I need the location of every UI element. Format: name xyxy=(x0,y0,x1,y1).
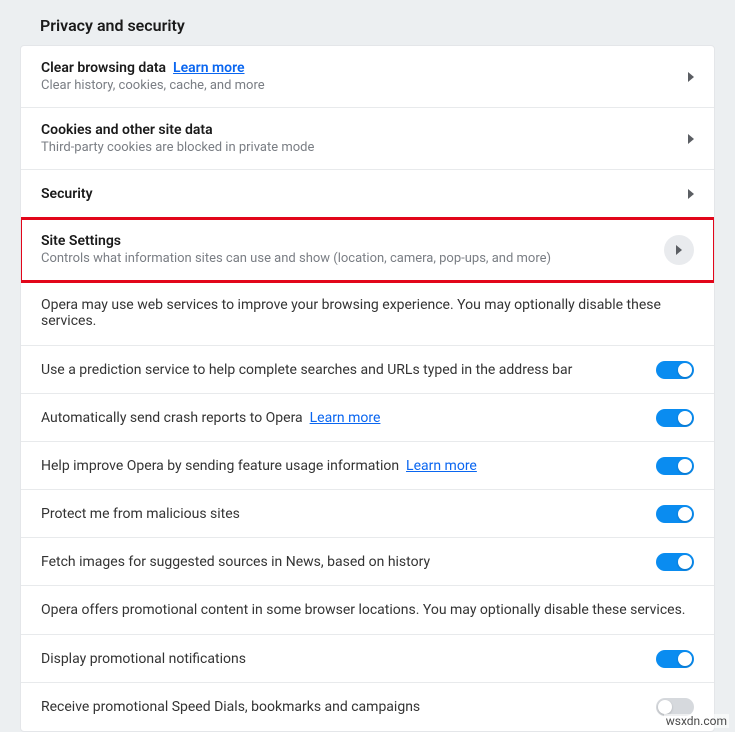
row-sub: Controls what information sites can use … xyxy=(41,251,664,266)
info-web-services: Opera may use web services to improve yo… xyxy=(21,281,714,346)
row-malicious-sites: Protect me from malicious sites xyxy=(21,490,714,538)
row-title: Cookies and other site data xyxy=(41,122,676,138)
label-text: Automatically send crash reports to Oper… xyxy=(41,410,303,426)
row-clear-browsing-data[interactable]: Clear browsing data Learn more Clear his… xyxy=(21,46,714,108)
privacy-security-card: Clear browsing data Learn more Clear his… xyxy=(20,45,715,732)
learn-more-link[interactable]: Learn more xyxy=(406,458,477,474)
row-feature-usage: Help improve Opera by sending feature us… xyxy=(21,442,714,490)
toggle-prediction-service[interactable] xyxy=(656,361,694,379)
row-site-settings[interactable]: Site Settings Controls what information … xyxy=(21,219,714,281)
row-crash-reports: Automatically send crash reports to Oper… xyxy=(21,394,714,442)
toggle-label: Automatically send crash reports to Oper… xyxy=(41,410,656,426)
row-cookies[interactable]: Cookies and other site data Third-party … xyxy=(21,108,714,170)
chevron-right-icon xyxy=(688,134,694,144)
row-sub: Clear history, cookies, cache, and more xyxy=(41,78,676,93)
row-title: Site Settings xyxy=(41,233,664,249)
toggle-malicious-sites[interactable] xyxy=(656,505,694,523)
toggle-label: Protect me from malicious sites xyxy=(41,506,656,522)
chevron-right-button[interactable] xyxy=(664,235,694,265)
row-sub: Third-party cookies are blocked in priva… xyxy=(41,140,676,155)
chevron-right-icon xyxy=(676,245,682,255)
chevron-right-icon xyxy=(688,189,694,199)
learn-more-link[interactable]: Learn more xyxy=(173,60,244,76)
watermark: wsxdn.com xyxy=(664,714,729,728)
row-title: Clear browsing data Learn more xyxy=(41,60,676,76)
toggle-fetch-images[interactable] xyxy=(656,553,694,571)
toggle-feature-usage[interactable] xyxy=(656,457,694,475)
toggle-label: Receive promotional Speed Dials, bookmar… xyxy=(41,699,656,715)
toggle-promo-notifications[interactable] xyxy=(656,650,694,668)
row-promo-notifications: Display promotional notifications xyxy=(21,635,714,683)
row-prediction-service: Use a prediction service to help complet… xyxy=(21,346,714,394)
row-promo-speed-dials: Receive promotional Speed Dials, bookmar… xyxy=(21,683,714,731)
toggle-label: Display promotional notifications xyxy=(41,651,656,667)
learn-more-link[interactable]: Learn more xyxy=(310,410,381,426)
info-promotional-content: Opera offers promotional content in some… xyxy=(21,586,714,635)
toggle-label: Use a prediction service to help complet… xyxy=(41,362,656,378)
label-text: Help improve Opera by sending feature us… xyxy=(41,458,399,474)
row-title: Security xyxy=(41,186,676,202)
title-text: Clear browsing data xyxy=(41,60,166,76)
toggle-label: Fetch images for suggested sources in Ne… xyxy=(41,554,656,570)
row-fetch-images: Fetch images for suggested sources in Ne… xyxy=(21,538,714,586)
toggle-crash-reports[interactable] xyxy=(656,409,694,427)
row-security[interactable]: Security xyxy=(21,170,714,219)
chevron-right-icon xyxy=(688,72,694,82)
toggle-label: Help improve Opera by sending feature us… xyxy=(41,458,656,474)
section-title: Privacy and security xyxy=(20,10,715,45)
